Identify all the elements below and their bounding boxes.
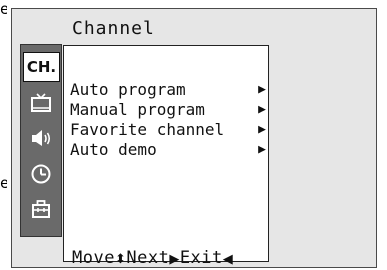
menu-item-manual-program[interactable]: Manual program ▶: [70, 100, 266, 120]
next-hint-label: Next: [126, 248, 170, 268]
speaker-icon: [32, 130, 51, 146]
category-icon-bar: CH.: [20, 44, 62, 237]
channel-menu-panel: Auto program ▶ Manual program ▶ Favorite…: [63, 45, 269, 262]
osd-menu-window: Channel CH. Auto program ▶ Manual progra…: [11, 8, 377, 268]
channel-label: CH.: [26, 58, 57, 76]
edge-fragment-bottom: e: [0, 176, 7, 190]
clock-icon: [31, 164, 51, 184]
category-time[interactable]: [24, 160, 58, 188]
submenu-arrow-icon: ▶: [258, 142, 266, 157]
category-sound[interactable]: [24, 124, 58, 152]
page: e e Channel CH. Auto program ▶ Manual pr…: [0, 0, 387, 270]
exit-hint-label: Exit: [179, 248, 223, 268]
right-arrow-icon: ▶: [169, 252, 180, 267]
left-arrow-icon: ◀: [222, 252, 234, 267]
edge-fragment-top: e: [0, 2, 7, 16]
submenu-arrow-icon: ▶: [258, 122, 266, 137]
category-picture[interactable]: [24, 89, 58, 117]
move-hint-label: Move: [72, 248, 115, 268]
menu-item-favorite-channel[interactable]: Favorite channel ▶: [70, 120, 266, 140]
category-setup[interactable]: [24, 195, 58, 223]
menu-item-label: Favorite channel: [70, 120, 225, 139]
updown-arrow-icon: ⬍: [114, 252, 127, 267]
submenu-arrow-icon: ▶: [258, 82, 266, 97]
menu-item-label: Auto demo: [70, 140, 157, 159]
submenu-arrow-icon: ▶: [258, 102, 266, 117]
menu-item-label: Manual program: [70, 100, 205, 119]
menu-item-label: Auto program: [70, 80, 186, 99]
menu-item-auto-program[interactable]: Auto program ▶: [70, 80, 266, 100]
menu-title: Channel: [72, 18, 155, 39]
navigation-hint-bar: Move⬍Next▶Exit◀: [72, 248, 233, 268]
menu-item-list: Auto program ▶ Manual program ▶ Favorite…: [70, 80, 266, 160]
menu-item-auto-demo[interactable]: Auto demo ▶: [70, 140, 266, 160]
category-channel[interactable]: CH.: [23, 52, 60, 82]
tv-icon: [31, 93, 51, 112]
toolbox-icon: [32, 200, 50, 218]
